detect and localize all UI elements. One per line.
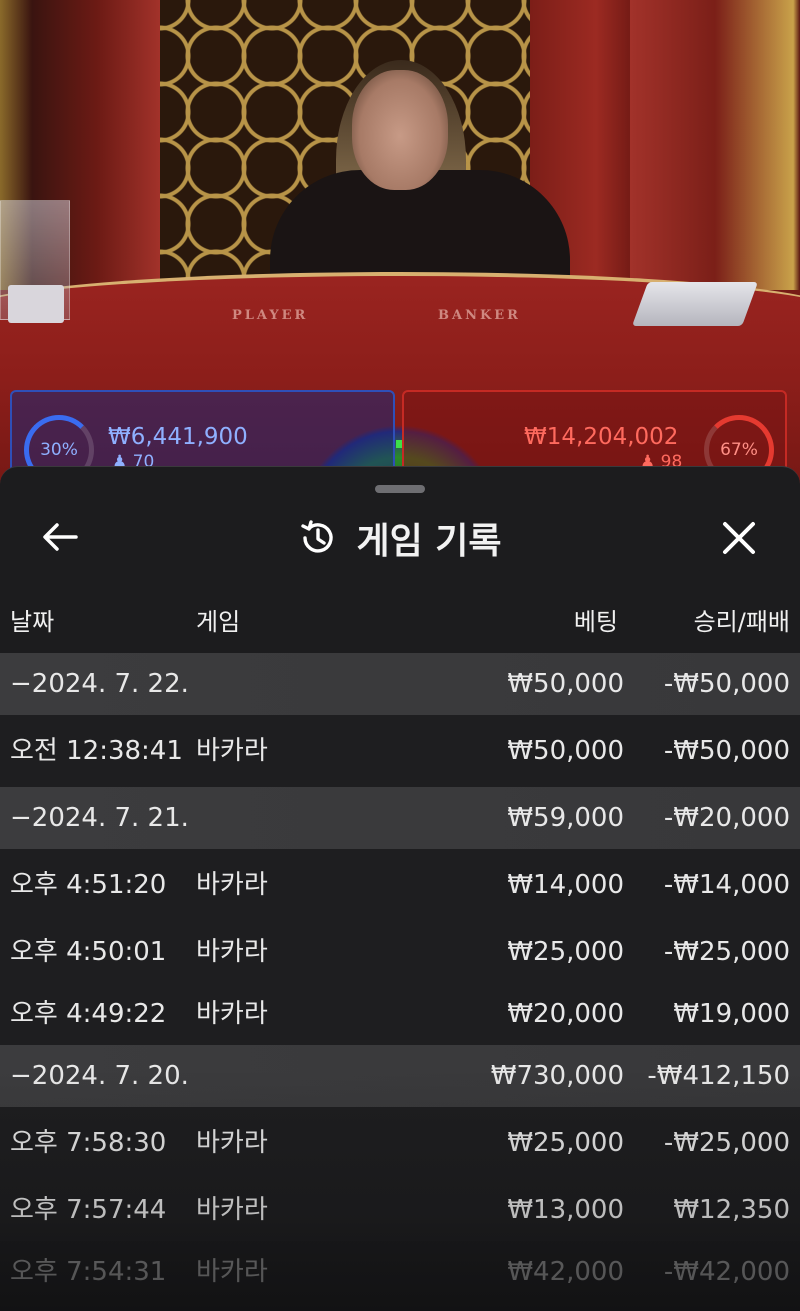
row-time: 오후 4:49:22 bbox=[10, 999, 167, 1029]
row-result: -₩14,000 bbox=[663, 870, 790, 900]
row-game: 바카라 bbox=[196, 1195, 268, 1225]
date-group-header[interactable]: −2024. 7. 22. ₩50,000 -₩50,000 bbox=[0, 653, 800, 715]
sheet-title: 게임 기록 bbox=[356, 521, 502, 562]
date-group-header[interactable]: −2024. 7. 20. ₩730,000 -₩412,150 bbox=[0, 1045, 800, 1107]
column-header-result: 승리/패배 bbox=[693, 608, 790, 636]
sheet-title-group: 게임 기록 bbox=[0, 513, 800, 563]
row-time: 오후 4:50:01 bbox=[10, 937, 167, 967]
group-result-total: -₩412,150 bbox=[647, 1061, 790, 1091]
row-result: ₩12,350 bbox=[673, 1195, 790, 1225]
row-result: -₩50,000 bbox=[663, 736, 790, 766]
close-button[interactable] bbox=[714, 513, 764, 563]
row-time: 오후 7:58:30 bbox=[10, 1128, 167, 1158]
row-game: 바카라 bbox=[196, 1128, 268, 1158]
row-bet: ₩20,000 bbox=[507, 999, 624, 1029]
group-bet-total: ₩50,000 bbox=[507, 669, 624, 699]
card-stack bbox=[8, 285, 64, 323]
history-row[interactable]: 오후 7:58:30 바카라 ₩25,000 -₩25,000 bbox=[0, 1107, 800, 1179]
row-game: 바카라 bbox=[196, 937, 268, 967]
table-label-player: PLAYER bbox=[232, 308, 309, 323]
row-time: 오후 7:57:44 bbox=[10, 1195, 167, 1225]
player-total-amount: ₩6,441,900 bbox=[108, 424, 248, 450]
row-bet: ₩14,000 bbox=[507, 870, 624, 900]
close-icon bbox=[723, 522, 755, 554]
row-result: -₩25,000 bbox=[663, 937, 790, 967]
group-date: −2024. 7. 20. bbox=[10, 1061, 189, 1091]
group-bet-total: ₩59,000 bbox=[507, 803, 624, 833]
history-row[interactable]: 오전 12:38:41 바카라 ₩50,000 -₩50,000 bbox=[0, 715, 800, 787]
group-date: −2024. 7. 22. bbox=[10, 669, 189, 699]
live-video-background: PLAYER BANKER 30% 67% ₩6,441,900 ₩14,204… bbox=[0, 0, 800, 520]
row-time: 오전 12:38:41 bbox=[10, 736, 183, 766]
sheet-header: 게임 기록 bbox=[0, 497, 800, 577]
row-time: 오후 4:51:20 bbox=[10, 870, 167, 900]
row-bet: ₩42,000 bbox=[507, 1257, 624, 1287]
row-result: ₩19,000 bbox=[673, 999, 790, 1029]
row-bet: ₩25,000 bbox=[507, 1128, 624, 1158]
history-list[interactable]: −2024. 7. 22. ₩50,000 -₩50,000 오전 12:38:… bbox=[0, 653, 800, 1303]
history-row[interactable]: 오후 4:51:20 바카라 ₩14,000 -₩14,000 bbox=[0, 849, 800, 921]
history-row[interactable]: 오후 4:49:22 바카라 ₩20,000 ₩19,000 bbox=[0, 983, 800, 1045]
dealer-face bbox=[352, 70, 448, 190]
row-bet: ₩13,000 bbox=[507, 1195, 624, 1225]
column-header-bet: 베팅 bbox=[573, 608, 618, 636]
row-game: 바카라 bbox=[196, 736, 268, 766]
banker-total-amount: ₩14,204,002 bbox=[524, 424, 679, 450]
group-date: −2024. 7. 21. bbox=[10, 803, 189, 833]
column-header-game: 게임 bbox=[196, 608, 241, 636]
history-row[interactable]: 오후 4:50:01 바카라 ₩25,000 -₩25,000 bbox=[0, 921, 800, 983]
row-time: 오후 7:54:31 bbox=[10, 1257, 167, 1287]
row-result: -₩42,000 bbox=[663, 1257, 790, 1287]
game-history-sheet: 게임 기록 날짜 게임 베팅 승리/패배 −2024. 7. 22. ₩50,0… bbox=[0, 466, 800, 1311]
row-result: -₩25,000 bbox=[663, 1128, 790, 1158]
history-icon bbox=[301, 520, 334, 553]
card-shoe bbox=[631, 282, 759, 326]
group-bet-total: ₩730,000 bbox=[490, 1061, 624, 1091]
row-game: 바카라 bbox=[196, 870, 268, 900]
row-bet: ₩25,000 bbox=[507, 937, 624, 967]
group-result-total: -₩20,000 bbox=[663, 803, 790, 833]
row-bet: ₩50,000 bbox=[507, 736, 624, 766]
history-row[interactable]: 오후 7:54:31 바카라 ₩42,000 -₩42,000 bbox=[0, 1241, 800, 1303]
history-row[interactable]: 오후 7:57:44 바카라 ₩13,000 ₩12,350 bbox=[0, 1179, 800, 1241]
date-group-header[interactable]: −2024. 7. 21. ₩59,000 -₩20,000 bbox=[0, 787, 800, 849]
table-label-banker: BANKER bbox=[438, 308, 521, 323]
row-game: 바카라 bbox=[196, 1257, 268, 1287]
group-result-total: -₩50,000 bbox=[663, 669, 790, 699]
wall-panel-right bbox=[630, 0, 800, 290]
column-header-date: 날짜 bbox=[10, 608, 55, 636]
drag-handle[interactable] bbox=[375, 485, 425, 493]
row-game: 바카라 bbox=[196, 999, 268, 1029]
